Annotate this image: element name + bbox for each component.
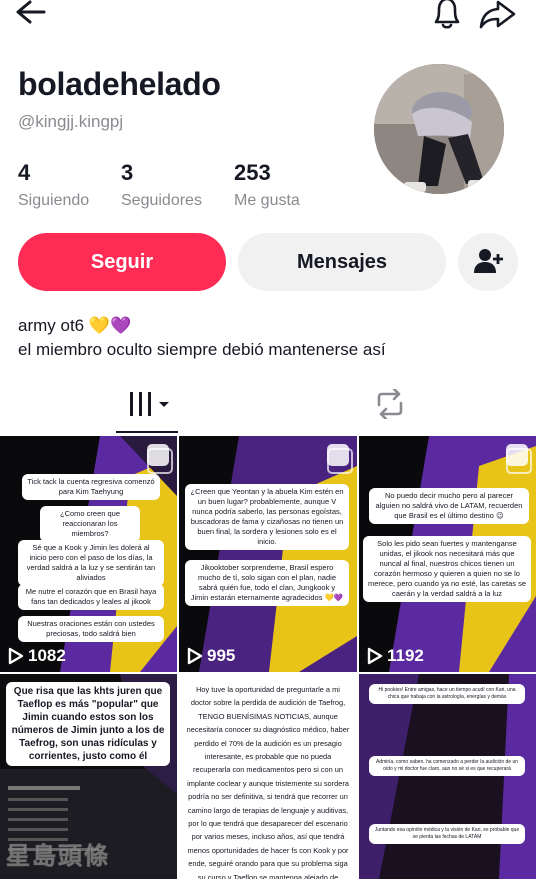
- video-tile[interactable]: Hi pookies! Entre amigas, hace un tiempo…: [359, 674, 536, 879]
- video-caption: Jikooktober sorprendeme, Brasil espero m…: [185, 560, 349, 606]
- video-tile[interactable]: No puedo decir mucho pero al parecer alg…: [359, 436, 536, 672]
- watermark-logo: 星島頭條: [6, 843, 110, 871]
- followers-label: Seguidores: [121, 192, 202, 209]
- followers-stat[interactable]: 3 Seguidores: [121, 160, 202, 210]
- video-tile[interactable]: Tick tack la cuenta regresiva comenzó pa…: [0, 436, 177, 672]
- back-arrow-icon[interactable]: [14, 0, 48, 33]
- profile-username: boladehelado: [18, 66, 221, 102]
- view-count-value: 1192: [387, 646, 424, 665]
- video-caption: Me nutre el corazón que en Brasil haya f…: [18, 584, 164, 610]
- video-caption: Tick tack la cuenta regresiva comenzó pa…: [22, 474, 160, 500]
- bio-line-1: army ot6 💛💜: [18, 316, 132, 335]
- follow-button[interactable]: Seguir: [18, 233, 226, 291]
- video-caption: Solo les pido sean fuertes y mantenganse…: [363, 536, 531, 602]
- following-count: 4: [18, 160, 31, 185]
- profile-stats: 4 Siguiendo 3 Seguidores 253 Me gusta: [18, 160, 348, 210]
- multi-image-icon: [327, 444, 353, 474]
- play-icon: [8, 647, 24, 665]
- video-grid: Tick tack la cuenta regresiva comenzó pa…: [0, 436, 536, 879]
- video-caption: Que risa que las khts juren que Taeflop …: [6, 682, 170, 766]
- likes-label: Me gusta: [234, 192, 300, 209]
- video-tile[interactable]: Hoy tuve la oportunidad de preguntarle a…: [179, 674, 357, 879]
- video-caption: Hoy tuve la oportunidad de preguntarle a…: [181, 680, 355, 879]
- video-caption: ¿Como creen que reaccionaran los miembro…: [40, 506, 140, 542]
- video-caption: Admiría, como saben, ha comenzado a perd…: [369, 756, 525, 776]
- bell-icon[interactable]: [430, 0, 464, 35]
- multi-image-icon: [506, 444, 532, 474]
- profile-handle: @kingjj.kingpj: [18, 112, 124, 131]
- repost-icon: [373, 387, 407, 424]
- multi-image-icon: [147, 444, 173, 474]
- video-caption: Hi pookies! Entre amigas, hace un tiempo…: [369, 684, 525, 704]
- following-label: Siguiendo: [18, 192, 90, 209]
- view-count-value: 1082: [28, 646, 66, 665]
- play-icon: [187, 647, 203, 665]
- view-count: 1082: [8, 646, 66, 666]
- message-button[interactable]: Mensajes: [238, 233, 446, 291]
- share-icon[interactable]: [478, 0, 518, 35]
- avatar[interactable]: [374, 64, 504, 194]
- video-caption: Nuestras oraciones están con ustedes pre…: [18, 616, 164, 642]
- add-friend-button[interactable]: [458, 233, 518, 291]
- tab-reposts[interactable]: [340, 378, 440, 434]
- tab-videos[interactable]: [100, 378, 200, 434]
- view-count: 1192: [367, 646, 424, 666]
- view-count-value: 995: [207, 646, 236, 665]
- likes-count: 253: [234, 160, 271, 185]
- followers-count: 3: [121, 160, 134, 185]
- video-caption: No puedo decir mucho pero al parecer alg…: [369, 488, 529, 524]
- grid-videos-icon: [128, 389, 172, 424]
- top-bar: [0, 0, 536, 36]
- play-icon: [367, 647, 383, 665]
- video-tile[interactable]: ¿Creen que Yeontan y la abuela Kim estén…: [179, 436, 357, 672]
- likes-stat[interactable]: 253 Me gusta: [234, 160, 300, 210]
- active-tab-indicator: [116, 431, 178, 433]
- video-caption: Juntando esa opinión médica y la visión …: [369, 824, 525, 844]
- view-count: 995: [187, 646, 235, 666]
- bio-line-2: el miembro oculto siempre debió mantener…: [18, 340, 386, 359]
- following-stat[interactable]: 4 Siguiendo: [18, 160, 89, 210]
- video-caption: Sé que a Kook y Jimin les dolerá al inic…: [18, 540, 164, 586]
- profile-bio: army ot6 💛💜 el miembro oculto siempre de…: [18, 314, 386, 362]
- video-caption: ¿Creen que Yeontan y la abuela Kim estén…: [185, 484, 349, 550]
- add-person-icon: [473, 248, 503, 277]
- profile-tabs: [0, 378, 536, 434]
